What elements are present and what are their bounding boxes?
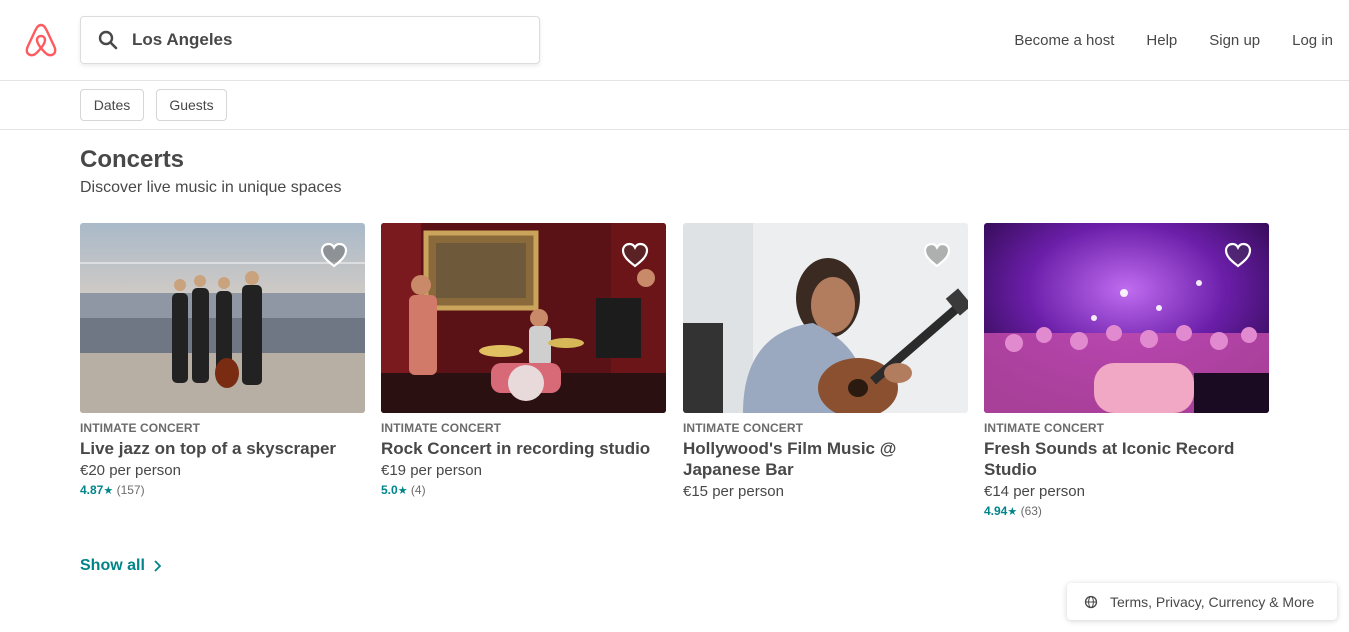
- card-photo[interactable]: [80, 223, 365, 413]
- card-photo[interactable]: [683, 223, 968, 413]
- card-title[interactable]: Fresh Sounds at Iconic Record Studio: [984, 438, 1269, 480]
- rating-score: 5.0: [381, 483, 398, 497]
- experience-card[interactable]: INTIMATE CONCERT Rock Concert in recordi…: [381, 223, 666, 497]
- card-rating: 4.94★ (63): [984, 504, 1269, 518]
- search-bar[interactable]: [80, 16, 540, 64]
- star-icon: ★: [397, 485, 408, 497]
- card-title[interactable]: Rock Concert in recording studio: [381, 438, 666, 459]
- card-title[interactable]: Live jazz on top of a skyscraper: [80, 438, 365, 459]
- experience-card[interactable]: INTIMATE CONCERT Fresh Sounds at Iconic …: [984, 223, 1269, 518]
- heart-icon[interactable]: [1223, 241, 1253, 269]
- search-input[interactable]: [132, 30, 512, 50]
- card-category: INTIMATE CONCERT: [984, 421, 1105, 435]
- card-rating: 5.0★ (4): [381, 483, 666, 497]
- help-link[interactable]: Help: [1146, 32, 1177, 49]
- card-price: €14 per person: [984, 483, 1085, 500]
- heart-icon[interactable]: [319, 241, 349, 269]
- airbnb-logo-icon[interactable]: [24, 22, 58, 58]
- footer-label: Terms, Privacy, Currency & More: [1110, 593, 1315, 610]
- card-photo[interactable]: [984, 223, 1269, 413]
- card-rating: 4.87★ (157): [80, 483, 365, 497]
- footer-links-button[interactable]: Terms, Privacy, Currency & More: [1067, 583, 1337, 620]
- log-in-link[interactable]: Log in: [1292, 32, 1333, 49]
- heart-icon[interactable]: [922, 241, 952, 269]
- globe-icon: [1084, 595, 1098, 608]
- filter-bar: Dates Guests: [0, 81, 1349, 130]
- card-title[interactable]: Hollywood's Film Music @ Japanese Bar: [683, 438, 968, 480]
- card-price: €19 per person: [381, 462, 482, 479]
- card-price: €15 per person: [683, 483, 784, 500]
- experience-card[interactable]: INTIMATE CONCERT Live jazz on top of a s…: [80, 223, 365, 497]
- card-category: INTIMATE CONCERT: [381, 421, 502, 435]
- card-category: INTIMATE CONCERT: [683, 421, 804, 435]
- heart-icon[interactable]: [620, 241, 650, 269]
- review-count: (4): [410, 483, 426, 497]
- experience-card[interactable]: INTIMATE CONCERT Hollywood's Film Music …: [683, 223, 968, 500]
- sign-up-link[interactable]: Sign up: [1209, 32, 1260, 49]
- header: Become a host Help Sign up Log in: [0, 0, 1349, 81]
- show-all-label: Show all: [80, 557, 145, 574]
- card-price: €20 per person: [80, 462, 181, 479]
- review-count: (157): [116, 483, 145, 497]
- show-all-link[interactable]: Show all: [80, 557, 161, 575]
- rating-score: 4.94: [984, 504, 1008, 518]
- star-icon: ★: [1007, 506, 1018, 518]
- search-icon: [98, 30, 118, 50]
- chevron-right-icon: [154, 560, 161, 572]
- become-a-host-link[interactable]: Become a host: [1014, 32, 1114, 49]
- top-nav: Become a host Help Sign up Log in: [982, 0, 1333, 80]
- card-category: INTIMATE CONCERT: [80, 421, 201, 435]
- review-count: (63): [1020, 504, 1042, 518]
- star-icon: ★: [103, 485, 114, 497]
- section-title: Concerts: [80, 146, 185, 173]
- rating-score: 4.87: [80, 483, 104, 497]
- section-subtitle: Discover live music in unique spaces: [80, 179, 342, 196]
- dates-filter-button[interactable]: Dates: [80, 89, 144, 121]
- card-photo[interactable]: [381, 223, 666, 413]
- guests-filter-button[interactable]: Guests: [156, 89, 227, 121]
